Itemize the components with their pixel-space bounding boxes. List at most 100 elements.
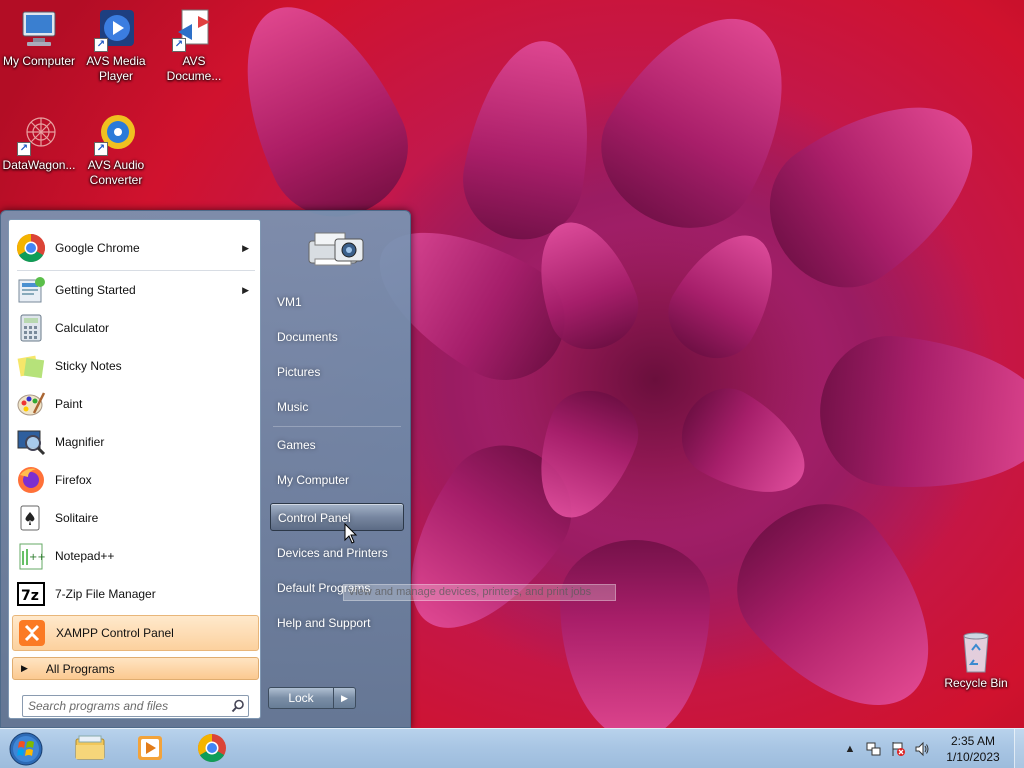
system-tray: ▲ (840, 729, 936, 768)
search-input[interactable] (23, 699, 228, 713)
all-programs-label: All Programs (45, 661, 115, 676)
magnifier-icon (14, 426, 48, 458)
right-item-control-panel[interactable]: Control Panel (270, 503, 404, 531)
taskbar-media-player-button[interactable] (126, 732, 174, 766)
program-label: 7-Zip File Manager (55, 587, 156, 601)
right-item-music[interactable]: Music (270, 393, 404, 421)
tooltip: View and manage devices, printers, and p… (343, 584, 616, 601)
desktop-icon-label: AVS Audio Converter (87, 158, 145, 187)
right-item-label: Control Panel (278, 511, 351, 525)
desktop-icon-avs-document[interactable]: ↗ AVS Docume... (155, 8, 233, 84)
right-item-pictures[interactable]: Pictures (270, 358, 404, 386)
firefox-icon (14, 464, 48, 496)
programs-pane: Google Chrome ▶ Getting Started ▶ Calcul… (8, 219, 261, 719)
right-item-label: Help and Support (277, 616, 371, 630)
right-item-vm1[interactable]: VM1 (270, 288, 404, 316)
right-item-help-and-support[interactable]: Help and Support (270, 609, 404, 637)
program-sticky-notes[interactable]: Sticky Notes (12, 348, 259, 384)
notepadpp-icon: ++ (14, 540, 48, 572)
right-item-label: Music (277, 400, 309, 414)
right-item-label: Pictures (277, 365, 321, 379)
program-magnifier[interactable]: Magnifier (12, 424, 259, 460)
action-center-flag-icon[interactable] (888, 739, 908, 759)
desktop-icon-datawagon[interactable]: ↗ DataWagon... (0, 112, 78, 173)
7zip-icon: 7z (14, 578, 48, 610)
desktop-icon-my-computer[interactable]: My Computer (0, 8, 78, 69)
program-calculator[interactable]: Calculator (12, 310, 259, 346)
program-label: Getting Started (55, 283, 136, 297)
getting-started-icon (14, 274, 48, 306)
desktop-icon-label: AVS Media Player (86, 54, 146, 83)
paint-icon (14, 388, 48, 420)
separator (17, 270, 255, 271)
user-picture[interactable] (301, 219, 373, 279)
program-label: XAMPP Control Panel (56, 626, 174, 640)
calculator-icon (14, 312, 48, 344)
right-item-games[interactable]: Games (270, 431, 404, 459)
network-icon[interactable] (864, 739, 884, 759)
sticky-notes-icon (14, 350, 48, 382)
desktop-icon-label: Recycle Bin (944, 676, 1008, 690)
search-box[interactable] (22, 695, 249, 717)
audio-converter-icon: ↗ (92, 112, 140, 156)
program-label: Firefox (55, 473, 92, 487)
volume-icon[interactable] (912, 739, 932, 759)
right-item-label: My Computer (277, 473, 350, 487)
mouse-cursor-icon (344, 522, 358, 545)
program-xampp-control-panel[interactable]: XAMPP Control Panel (12, 615, 259, 651)
lock-button[interactable]: Lock (268, 687, 334, 709)
solitaire-icon (14, 502, 48, 534)
separator (273, 426, 401, 427)
svg-text:++: ++ (29, 552, 46, 563)
svg-text:7z: 7z (21, 588, 39, 604)
media-player-icon (135, 733, 165, 766)
xampp-icon (15, 617, 49, 649)
submenu-arrow-icon[interactable]: ▶ (242, 243, 249, 254)
clock[interactable]: 2:35 AM 1/10/2023 (938, 733, 1008, 765)
program-label: Magnifier (55, 435, 105, 449)
desktop-icon-recycle-bin[interactable]: Recycle Bin (937, 630, 1015, 691)
shutdown-options-button[interactable]: ▶ (334, 687, 356, 709)
program-paint[interactable]: Paint (12, 386, 259, 422)
clock-time: 2:35 AM (950, 734, 996, 748)
all-programs-button[interactable]: ▶ All Programs (12, 657, 259, 680)
start-button[interactable] (6, 731, 46, 767)
program-notepadpp[interactable]: ++ Notepad++ (12, 538, 259, 574)
datawagon-icon: ↗ (15, 112, 63, 156)
program-getting-started[interactable]: Getting Started ▶ (12, 272, 259, 308)
program-label: Paint (55, 397, 83, 411)
show-desktop-button[interactable] (1014, 729, 1024, 768)
chrome-icon (197, 733, 227, 766)
right-item-label: VM1 (277, 295, 302, 309)
program-label: Calculator (55, 321, 110, 335)
show-hidden-icons-icon[interactable]: ▲ (840, 739, 860, 759)
desktop-icon-avs-audio-converter[interactable]: ↗ AVS Audio Converter (77, 112, 155, 188)
desktop-icon-label: AVS Docume... (166, 54, 222, 83)
search-icon[interactable] (228, 697, 248, 715)
desktop-icon-label: DataWagon... (2, 158, 76, 172)
shutdown-group: Lock ▶ (268, 687, 356, 709)
taskbar: ▲ 2:35 AM 1/10/2023 (0, 728, 1024, 768)
program-google-chrome[interactable]: Google Chrome ▶ (12, 230, 259, 266)
program-7zip[interactable]: 7z 7-Zip File Manager (12, 576, 259, 612)
taskbar-chrome-button[interactable] (188, 732, 236, 766)
start-menu: Google Chrome ▶ Getting Started ▶ Calcul… (0, 210, 411, 728)
program-label: Solitaire (55, 511, 99, 525)
right-item-documents[interactable]: Documents (270, 323, 404, 351)
chrome-icon (14, 232, 48, 264)
right-item-devices-and-printers[interactable]: Devices and Printers (270, 539, 404, 567)
program-solitaire[interactable]: Solitaire (12, 500, 259, 536)
desktop-icon-avs-media-player[interactable]: ↗ AVS Media Player (77, 8, 155, 84)
program-label: Notepad++ (55, 549, 115, 563)
computer-icon (15, 8, 63, 52)
program-label: Google Chrome (55, 241, 140, 255)
recycle-bin-icon (952, 630, 1000, 674)
program-firefox[interactable]: Firefox (12, 462, 259, 498)
right-item-label: Devices and Printers (277, 546, 388, 560)
right-item-my-computer[interactable]: My Computer (270, 466, 404, 494)
right-item-label: Games (277, 438, 316, 452)
desktop-icon-label: My Computer (2, 54, 76, 68)
taskbar-explorer-button[interactable] (66, 732, 114, 766)
submenu-arrow-icon[interactable]: ▶ (242, 285, 249, 296)
right-item-label: Documents (277, 330, 338, 344)
